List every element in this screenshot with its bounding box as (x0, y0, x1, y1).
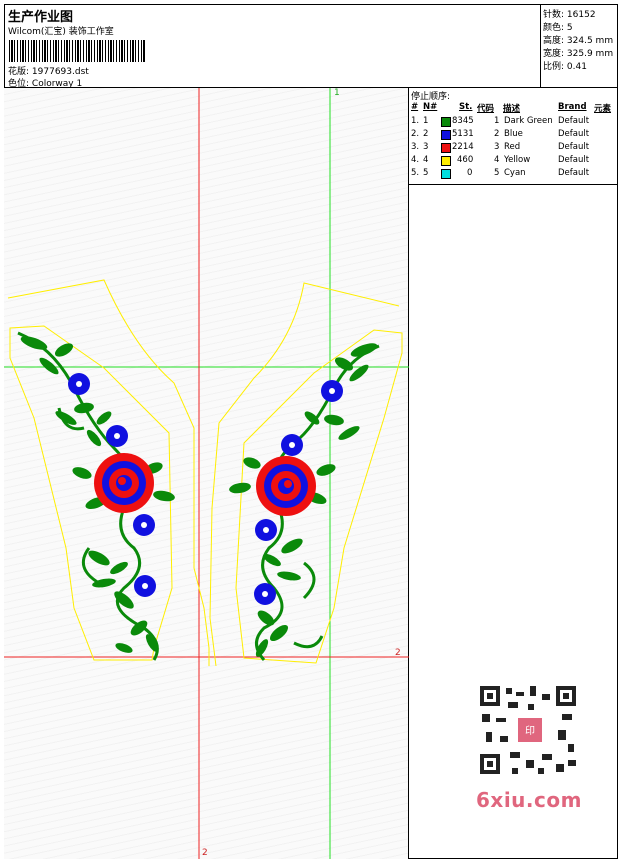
color-swatch (441, 169, 451, 179)
guide-label-green: 1 (334, 88, 340, 98)
stat-scale: 比例: 0.41 (543, 62, 587, 72)
left-embroidery (17, 331, 175, 661)
table-row[interactable]: 3. 3 2214 3 Red Default (409, 142, 618, 155)
col-element: 元素 (594, 104, 612, 114)
col-n: N# (423, 102, 438, 112)
embroidery-preview (4, 88, 409, 859)
design-canvas[interactable]: 1 2 2 (4, 88, 409, 859)
col-code: 代码 (477, 104, 495, 114)
guide-label-red-v: 2 (202, 848, 208, 858)
color-swatch (441, 156, 451, 166)
site-logo: 6xiu.com (476, 788, 582, 812)
barcode (9, 40, 145, 62)
color-swatch (441, 143, 451, 153)
color-table: 停止顺序: # N# St. 代码 描述 Brand 元素 1. 1 8345 1 … (409, 88, 618, 185)
table-row[interactable]: 5. 5 05 Cyan Default (409, 168, 618, 181)
header-panel: 生产作业图 Wilcom(汇宝) 装饰工作室 花版: 1977693.dst 色… (4, 4, 541, 89)
guide-label-red-h: 2 (395, 648, 401, 658)
stat-height: 高度: 324.5 mm (543, 36, 614, 46)
table-row[interactable]: 1. 1 8345 1 Dark Green Default (409, 116, 618, 129)
col-desc: 描述 (503, 104, 521, 114)
color-swatch (441, 130, 451, 140)
table-row[interactable]: 2. 2 5131 2 Blue Default (409, 129, 618, 142)
col-stitches: St. (459, 102, 473, 112)
stat-width: 宽度: 325.9 mm (543, 49, 614, 59)
col-num: # (411, 102, 419, 112)
col-brand: Brand (558, 102, 587, 112)
page-title: 生产作业图 (8, 10, 74, 25)
qr-code-icon: 印 (472, 680, 584, 780)
right-embroidery (229, 343, 380, 661)
stats-panel: 针数: 16152 颜色: 5 高度: 324.5 mm 宽度: 325.9 m… (541, 4, 618, 88)
stop-sequence-label: 停止顺序: (411, 92, 451, 102)
stat-colors: 颜色: 5 (543, 23, 573, 33)
company-name: Wilcom(汇宝) 装饰工作室 (8, 27, 114, 37)
color-swatch (441, 117, 451, 127)
qr-stamp: 印 (525, 725, 535, 737)
stat-stitches: 针数: 16152 (543, 10, 596, 20)
table-row[interactable]: 4. 4 460 4 Yellow Default (409, 155, 618, 168)
